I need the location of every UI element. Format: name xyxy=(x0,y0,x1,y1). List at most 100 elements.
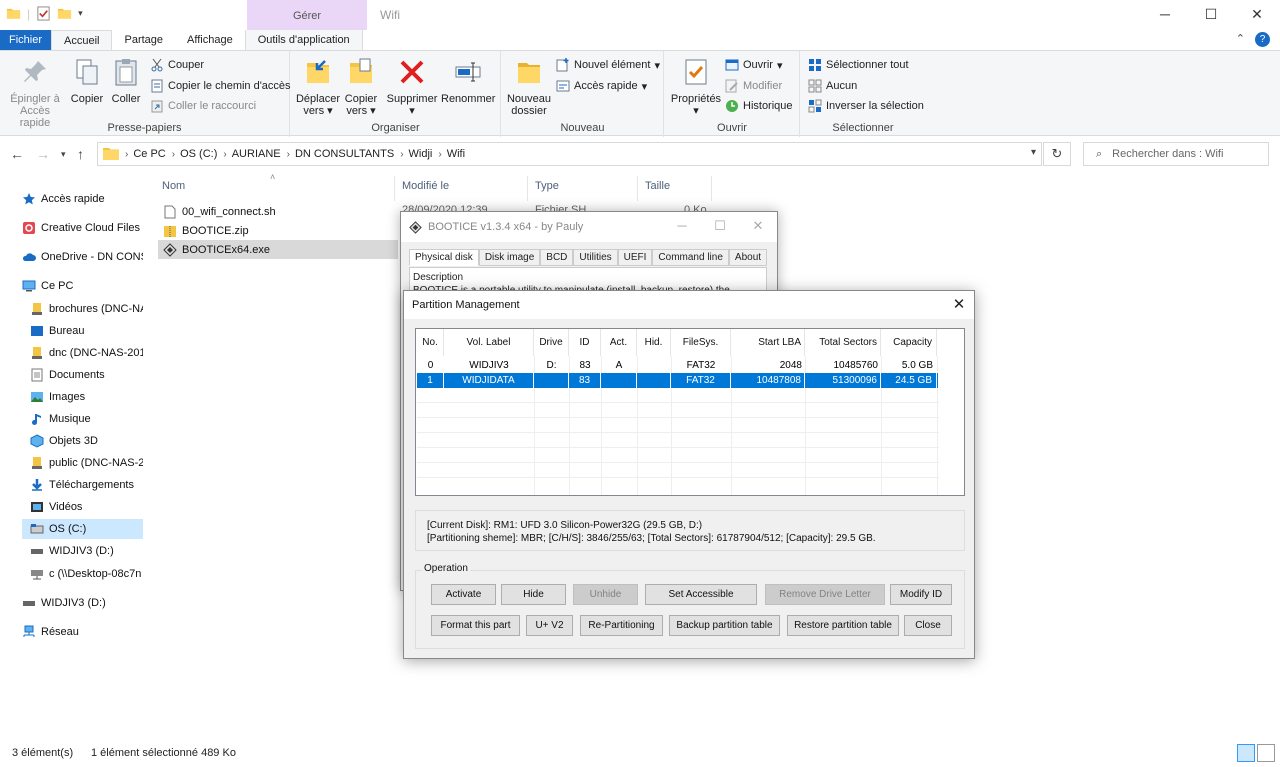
new-item-button[interactable]: Nouvel élément ▾ xyxy=(556,58,660,72)
tab-utilities[interactable]: Utilities xyxy=(573,249,618,266)
column-size[interactable]: Taille xyxy=(638,176,712,201)
partition-row[interactable]: 0 WIDJIV3 D: 83 A FAT32 2048 10485760 5.… xyxy=(417,358,938,373)
nav-creative-cloud[interactable]: Creative Cloud Files xyxy=(22,218,140,238)
tab-app-tools[interactable]: Outils d'application xyxy=(244,30,363,50)
edit-button[interactable]: Modifier xyxy=(725,79,782,93)
set-accessible-button[interactable]: Set Accessible xyxy=(645,584,757,605)
bootice-close-button[interactable]: ✕ xyxy=(739,212,777,242)
forward-arrow-icon[interactable]: → xyxy=(36,146,50,162)
partition-row-selected[interactable]: 1 WIDJIDATA 83 FAT32 10487808 51300096 2… xyxy=(417,373,938,388)
invert-selection-button[interactable]: Inverser la sélection xyxy=(808,99,924,113)
nav-item-desktop[interactable]: Bureau xyxy=(30,321,84,341)
nav-item-brochures[interactable]: brochures (DNC-NA xyxy=(30,299,143,319)
rename-button[interactable]: Renommer xyxy=(441,57,495,105)
nav-item-videos[interactable]: Vidéos xyxy=(30,497,82,517)
u-plus-v2-button[interactable]: U+ V2 xyxy=(526,615,573,636)
partition-table[interactable]: No. Vol. Label Drive ID Act. Hid. FileSy… xyxy=(415,328,965,496)
col-total-sectors[interactable]: Total Sectors xyxy=(805,329,881,356)
easy-access-button[interactable]: Accès rapide ▾ xyxy=(556,79,647,93)
close-button[interactable]: ✕ xyxy=(1234,0,1280,30)
search-input[interactable]: ⌕ Rechercher dans : Wifi xyxy=(1083,142,1269,166)
breadcrumb-dn-consultants[interactable]: DN CONSULTANTS xyxy=(295,148,394,160)
recent-locations-icon[interactable]: ▾ xyxy=(61,149,66,160)
breadcrumb-wifi[interactable]: Wifi xyxy=(447,148,465,160)
chevron-right-icon[interactable]: › xyxy=(223,149,226,160)
tab-physical-disk[interactable]: Physical disk xyxy=(409,249,479,266)
col-id[interactable]: ID xyxy=(569,329,601,356)
unhide-button[interactable]: Unhide xyxy=(573,584,638,605)
large-icons-view-icon[interactable] xyxy=(1257,744,1275,762)
copy-button[interactable]: Copier xyxy=(68,57,106,105)
nav-item-downloads[interactable]: Téléchargements xyxy=(30,475,134,495)
new-folder-button[interactable]: Nouveau dossier xyxy=(506,57,552,117)
cut-button[interactable]: Couper xyxy=(150,58,204,72)
column-type[interactable]: Type xyxy=(528,176,638,201)
column-modified[interactable]: Modifié le xyxy=(395,176,528,201)
chevron-right-icon[interactable]: › xyxy=(172,149,175,160)
select-all-button[interactable]: Sélectionner tout xyxy=(808,58,909,72)
tab-uefi[interactable]: UEFI xyxy=(617,249,653,266)
paste-button[interactable]: Coller xyxy=(107,57,145,105)
bootice-maximize-button[interactable]: ☐ xyxy=(701,212,739,242)
select-none-button[interactable]: Aucun xyxy=(808,79,857,93)
move-to-button[interactable]: Déplacer vers ▾ xyxy=(295,57,341,117)
maximize-button[interactable]: ☐ xyxy=(1188,0,1234,30)
paste-shortcut-button[interactable]: Coller le raccourci xyxy=(150,99,256,113)
partition-dialog-close-button[interactable]: ✕ xyxy=(944,291,974,319)
breadcrumb-os-c[interactable]: OS (C:) xyxy=(180,148,217,160)
tab-command-line[interactable]: Command line xyxy=(652,249,729,266)
tab-bcd[interactable]: BCD xyxy=(540,249,574,266)
col-act[interactable]: Act. xyxy=(601,329,637,356)
nav-item-pictures[interactable]: Images xyxy=(30,387,85,407)
col-hid[interactable]: Hid. xyxy=(637,329,671,356)
nav-item-music[interactable]: Musique xyxy=(30,409,91,429)
nav-item-widjiv3[interactable]: WIDJIV3 (D:) xyxy=(30,541,114,561)
minimize-button[interactable]: ─ xyxy=(1142,0,1188,30)
repartitioning-button[interactable]: Re-Partitioning xyxy=(580,615,663,636)
file-row[interactable]: BOOTICEx64.exe xyxy=(158,240,398,259)
tab-home[interactable]: Accueil xyxy=(51,30,113,50)
tab-about[interactable]: About xyxy=(728,249,768,266)
collapse-ribbon-icon[interactable]: ⌃ xyxy=(1236,32,1245,47)
properties-button[interactable]: Propriétés ▾ xyxy=(669,57,723,117)
restore-partition-table-button[interactable]: Restore partition table xyxy=(787,615,899,636)
column-name[interactable]: Nom ˄ xyxy=(155,172,395,201)
nav-item-documents[interactable]: Documents xyxy=(30,365,105,385)
nav-item-os-c[interactable]: OS (C:) xyxy=(22,519,143,539)
col-vol-label[interactable]: Vol. Label xyxy=(444,329,534,356)
tab-disk-image[interactable]: Disk image xyxy=(478,249,541,266)
col-start-lba[interactable]: Start LBA xyxy=(731,329,805,356)
copy-path-button[interactable]: Copier le chemin d'accès xyxy=(150,79,291,93)
nav-onedrive[interactable]: OneDrive - DN CONS xyxy=(22,247,143,267)
breadcrumb-this-pc[interactable]: Ce PC xyxy=(133,148,165,160)
activate-button[interactable]: Activate xyxy=(431,584,496,605)
open-button[interactable]: Ouvrir ▾ xyxy=(725,58,782,72)
properties-check-icon[interactable] xyxy=(36,6,51,21)
nav-quick-access[interactable]: Accès rapide xyxy=(22,189,105,209)
nav-item-desktop-share[interactable]: c (\\Desktop-08c7n xyxy=(30,564,141,584)
history-button[interactable]: Historique xyxy=(725,99,793,113)
address-bar[interactable]: › Ce PC › OS (C:) › AURIANE › DN CONSULT… xyxy=(97,142,1042,166)
nav-this-pc[interactable]: Ce PC xyxy=(22,276,73,296)
col-filesys[interactable]: FileSys. xyxy=(671,329,731,356)
file-row[interactable]: 00_wifi_connect.sh xyxy=(158,202,398,221)
hide-button[interactable]: Hide xyxy=(501,584,566,605)
customize-qat-icon[interactable]: ▾ xyxy=(78,8,83,19)
tab-file[interactable]: Fichier xyxy=(0,30,52,50)
nav-network[interactable]: Réseau xyxy=(22,622,79,642)
nav-widjiv3-drive[interactable]: WIDJIV3 (D:) xyxy=(22,593,106,613)
breadcrumb-auriane[interactable]: AURIANE xyxy=(232,148,281,160)
new-folder-icon[interactable] xyxy=(57,6,72,21)
copy-to-button[interactable]: Copier vers ▾ xyxy=(341,57,381,117)
refresh-button[interactable]: ↻ xyxy=(1043,142,1071,166)
help-icon[interactable]: ? xyxy=(1255,32,1270,47)
breadcrumb-widji[interactable]: Widji xyxy=(409,148,433,160)
chevron-right-icon[interactable]: › xyxy=(400,149,403,160)
modify-id-button[interactable]: Modify ID xyxy=(890,584,952,605)
nav-item-dnc[interactable]: dnc (DNC-NAS-201 xyxy=(30,343,143,363)
close-dialog-button[interactable]: Close xyxy=(904,615,952,636)
up-arrow-icon[interactable]: ↑ xyxy=(77,146,84,162)
details-view-icon[interactable] xyxy=(1237,744,1255,762)
backup-partition-table-button[interactable]: Backup partition table xyxy=(669,615,780,636)
nav-item-public[interactable]: public (DNC-NAS-2 xyxy=(30,453,143,473)
